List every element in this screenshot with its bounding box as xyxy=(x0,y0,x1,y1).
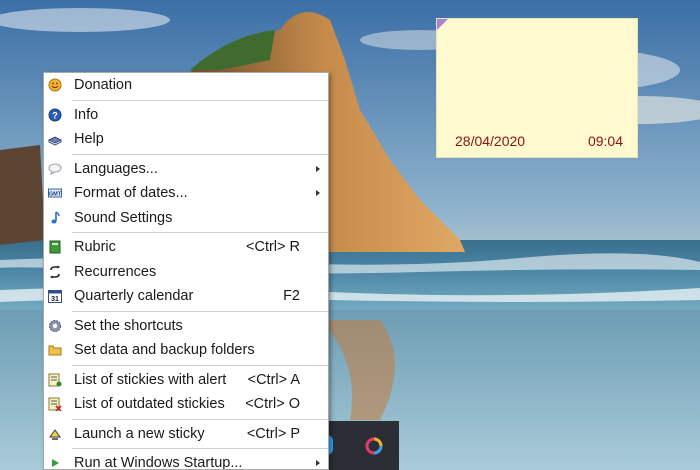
menu-item-label: Set data and backup folders xyxy=(74,342,255,359)
menu-item-run-at-windows-startup[interactable]: Run at Windows Startup... xyxy=(44,451,328,470)
menu-separator xyxy=(72,232,328,233)
submenu-arrow-icon xyxy=(316,165,320,172)
menu-item-launch-a-new-sticky[interactable]: Launch a new sticky <Ctrl> P xyxy=(44,422,328,447)
submenu-arrow-icon xyxy=(316,460,320,466)
rubric-book-icon xyxy=(47,239,63,255)
date-format-icon: GMT xyxy=(47,185,63,201)
menu-item-format-of-dates[interactable]: GMT Format of dates... xyxy=(44,181,328,206)
menu-item-info[interactable]: ? Info xyxy=(44,103,328,128)
menu-item-shortcut: <Ctrl> A xyxy=(247,371,300,388)
menu-item-recurrences[interactable]: Recurrences xyxy=(44,260,328,285)
menu-item-set-data-and-backup-folders[interactable]: Set data and backup folders xyxy=(44,338,328,363)
menu-item-set-the-shortcuts[interactable]: Set the shortcuts xyxy=(44,314,328,339)
submenu-arrow-icon xyxy=(316,190,320,196)
menu-item-shortcut: <Ctrl> O xyxy=(245,396,300,413)
menu-item-label: Languages... xyxy=(74,160,158,177)
svg-text:GMT: GMT xyxy=(49,192,62,198)
play-arrow-icon xyxy=(47,455,63,469)
recurrence-icon xyxy=(47,264,63,280)
menu-item-label: List of stickies with alert xyxy=(74,371,227,388)
menu-item-label: Rubric xyxy=(74,239,116,256)
taskbar xyxy=(323,421,399,470)
folder-icon xyxy=(47,342,63,358)
menu-item-shortcut: <Ctrl> R xyxy=(246,239,300,256)
menu-item-label: Info xyxy=(74,106,99,123)
sticky-corner-tab[interactable] xyxy=(437,19,448,30)
menu-item-sound-settings[interactable]: Sound Settings xyxy=(44,206,328,231)
menu-item-label: Launch a new sticky xyxy=(74,425,205,442)
menu-item-label: Run at Windows Startup... xyxy=(74,455,243,470)
menu-separator xyxy=(72,99,328,101)
menu-separator xyxy=(72,153,328,155)
svg-text:?: ? xyxy=(52,110,58,120)
menu-item-rubric[interactable]: Rubric <Ctrl> R xyxy=(44,235,328,260)
menu-item-list-of-stickies-with-alert[interactable]: List of stickies with alert <Ctrl> A xyxy=(44,368,328,393)
menu-item-languages[interactable]: Languages... xyxy=(44,157,328,182)
menu-separator xyxy=(72,418,328,420)
sticky-time: 09:04 xyxy=(587,133,623,149)
alert-list-icon xyxy=(47,372,63,388)
new-sticky-icon xyxy=(47,426,63,442)
menu-item-label: Format of dates... xyxy=(74,185,188,202)
menu-item-label: List of outdated stickies xyxy=(74,396,225,413)
menu-item-shortcut: <Ctrl> P xyxy=(246,425,300,442)
speech-bubble-icon xyxy=(47,161,63,177)
smiley-icon xyxy=(47,77,63,93)
sticky-note[interactable]: 28/04/2020 09:04 xyxy=(436,18,638,158)
menu-item-label: Set the shortcuts xyxy=(74,317,183,334)
menu-separator xyxy=(72,448,328,449)
sticky-date: 28/04/2020 xyxy=(455,133,526,149)
menu-separator xyxy=(72,310,328,312)
menu-item-label: Recurrences xyxy=(74,263,157,280)
gear-icon xyxy=(47,318,63,334)
menu-item-quarterly-calendar[interactable]: 31 Quarterly calendar F2 xyxy=(44,284,328,309)
menu-item-label: Quarterly calendar xyxy=(74,288,194,305)
menu-item-donation[interactable]: Donation xyxy=(44,73,328,98)
menu-item-help[interactable]: Help xyxy=(44,127,328,152)
calendar-icon: 31 xyxy=(47,288,63,304)
svg-text:31: 31 xyxy=(51,296,59,303)
music-note-icon xyxy=(47,210,63,226)
help-book-icon xyxy=(47,131,63,147)
menu-separator xyxy=(72,364,328,366)
menu-item-shortcut: F2 xyxy=(283,288,300,305)
taskbar-app-ring-icon[interactable] xyxy=(365,437,383,455)
outdated-list-icon xyxy=(47,396,63,412)
menu-item-label: Help xyxy=(74,131,104,148)
menu-item-label: Sound Settings xyxy=(74,209,173,226)
context-menu: Donation ? Info Help Languages... GMT Fo… xyxy=(43,72,329,470)
menu-item-label: Donation xyxy=(74,77,133,94)
menu-item-list-of-outdated-stickies[interactable]: List of outdated stickies <Ctrl> O xyxy=(44,392,328,417)
info-icon: ? xyxy=(47,107,63,123)
